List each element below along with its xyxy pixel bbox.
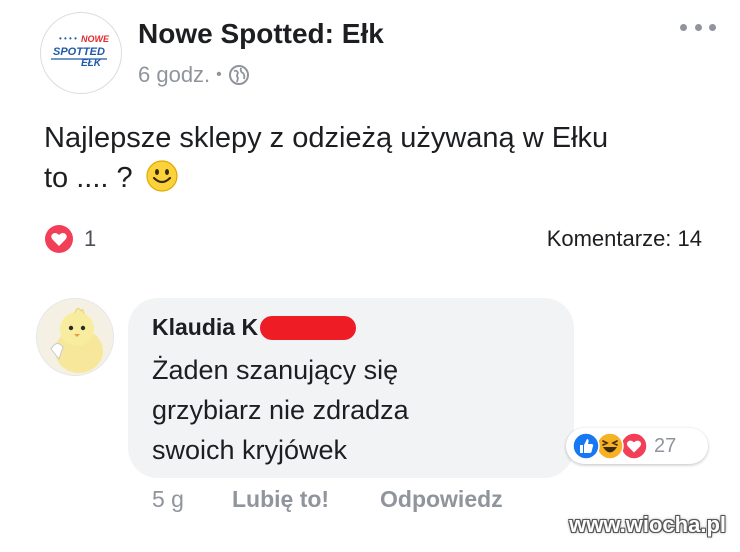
spotted-logo-icon: • • • • NOWE SPOTTED EŁK <box>51 34 110 69</box>
post-text-question: to .... ? <box>44 162 133 194</box>
comment-reaction-count: 27 <box>654 434 677 457</box>
reply-button[interactable]: Odpowiedz <box>380 486 503 513</box>
comment-author-name[interactable]: Klaudia K <box>152 314 258 341</box>
post-text-line-2: to .... ? <box>44 158 704 198</box>
comment-text-line-3: swoich kryjówek <box>152 435 348 465</box>
globe-icon <box>228 65 249 85</box>
more-options-icon[interactable] <box>680 20 716 34</box>
haha-icon <box>596 432 624 460</box>
post-text: Najlepsze sklepy z odzieżą używaną w Ełk… <box>44 118 704 198</box>
smiley-icon <box>146 160 178 192</box>
like-button[interactable]: Lubię to! <box>232 486 329 513</box>
page-avatar[interactable]: • • • • NOWE SPOTTED EŁK <box>40 12 122 94</box>
chick-avatar-icon <box>37 299 113 375</box>
redaction-bar <box>260 315 357 340</box>
post-text-line-1: Najlepsze sklepy z odzieżą używaną w Ełk… <box>44 122 609 154</box>
svg-text:• • • •: • • • • <box>59 34 77 43</box>
page-name[interactable]: Nowe Spotted: Ełk <box>138 18 384 50</box>
comment-reactions[interactable]: 27 <box>566 428 708 464</box>
logo-text-spotted: SPOTTED <box>53 46 105 58</box>
comment-text-line-1: Żaden szanujący się <box>152 355 399 385</box>
logo-text-nowe: NOWE <box>81 34 110 44</box>
watermark: www.wiocha.pl <box>569 512 726 537</box>
post-meta: 6 godz. • <box>138 62 250 88</box>
comment-author[interactable]: Klaudia K <box>152 314 357 341</box>
logo-text-elk: EŁK <box>81 58 102 69</box>
commenter-avatar[interactable] <box>36 298 114 376</box>
love-reaction-icon[interactable] <box>44 224 74 254</box>
post-time[interactable]: 6 godz. <box>138 62 210 88</box>
comment-time[interactable]: 5 g <box>152 486 184 513</box>
meta-separator: • <box>216 66 222 83</box>
comment-bubble: Klaudia K Żaden szanujący się grzybiarz … <box>128 298 574 478</box>
comment-text-line-2: grzybiarz nie zdradza <box>152 395 409 425</box>
post-stats-bar: 1 Komentarze: 14 <box>44 224 704 254</box>
reaction-count[interactable]: 1 <box>84 226 96 252</box>
like-icon <box>572 432 600 460</box>
comments-count[interactable]: Komentarze: 14 <box>547 226 702 252</box>
comment-text: Żaden szanujący się grzybiarz nie zdradz… <box>152 350 552 470</box>
post-header: • • • • NOWE SPOTTED EŁK Nowe Spotted: E… <box>40 12 720 94</box>
love-icon <box>620 432 648 460</box>
